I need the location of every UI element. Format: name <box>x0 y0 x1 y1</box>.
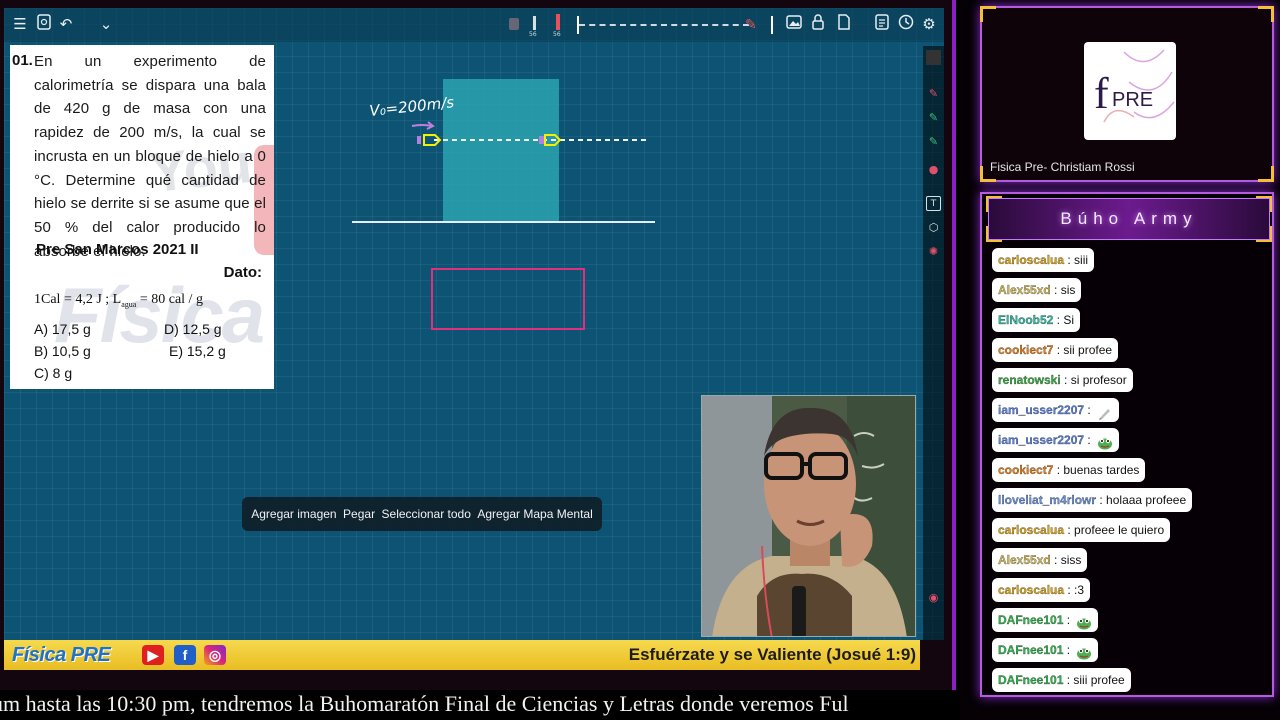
channel-name: Fisica Pre- Christiam Rossi <box>990 160 1135 174</box>
chat-username[interactable]: carloscalua <box>998 583 1064 597</box>
velocity-label: V₀=200m/s <box>369 93 456 120</box>
chat-username[interactable]: carloscalua <box>998 253 1064 267</box>
menu-item-add-mind-map[interactable]: Agregar Mapa Mental <box>474 507 595 521</box>
corner-decoration <box>1258 6 1274 22</box>
chat-username[interactable]: DAFnee101 <box>998 643 1064 657</box>
instagram-icon[interactable]: ◎ <box>204 645 226 665</box>
chat-message: cookiect7 : buenas tardes <box>992 458 1146 482</box>
chat-title-bar: Búho Army <box>986 196 1272 242</box>
chat-username[interactable]: Alex55xd <box>998 553 1051 567</box>
chat-username[interactable]: cookiect7 <box>998 343 1054 357</box>
menu-item-select-all[interactable]: Seleccionar todo <box>379 507 474 521</box>
chat-username[interactable]: lloveliat_m4rlowr <box>998 493 1096 507</box>
ticker-text: um hasta las 10:30 pm, tendremos la Buho… <box>0 691 849 716</box>
chat-message: carloscalua : profeee le quiero <box>992 518 1171 542</box>
frog-emote-icon <box>1076 644 1092 660</box>
chat-message: iam_usser2207 : <box>992 428 1119 452</box>
chat-message: carloscalua : siii <box>992 248 1095 272</box>
chat-username[interactable]: ElNoob52 <box>998 313 1054 327</box>
channel-logo: f PRE <box>1084 42 1176 140</box>
bottom-banner: Física PRE ▶ f ◎ Esfuérzate y se Valient… <box>4 640 920 670</box>
corner-decoration <box>1258 166 1274 182</box>
logo-text: PRE <box>1112 89 1153 111</box>
chat-text: : si profesor <box>1060 373 1127 387</box>
chat-text: : profeee le quiero <box>1064 523 1165 537</box>
banner-motto: Esfuérzate y se Valiente (Josué 1:9) <box>628 645 916 664</box>
whiteboard-canvas[interactable]: ☰ ↶ ⌄ 56 56 ✎ ⚙ ✎ ✎ ✎ ● T ⬡ ✺ ◉ You Físi… <box>4 8 944 640</box>
velocity-arrow <box>411 124 433 127</box>
chat-message: DAFnee101 : <box>992 608 1099 632</box>
chat-username[interactable]: iam_usser2207 <box>998 403 1084 417</box>
chat-panel: Búho Army carloscalua : siii Alex55xd : s… <box>980 192 1274 697</box>
chat-message: Alex55xd : sis <box>992 278 1082 302</box>
chat-text: : <box>1063 613 1071 627</box>
chat-message: carloscalua : :3 <box>992 578 1091 602</box>
chat-username[interactable]: Alex55xd <box>998 283 1051 297</box>
chat-text: : <box>1063 643 1071 657</box>
frog-emote-icon <box>1076 614 1092 630</box>
chat-username[interactable]: cookiect7 <box>998 463 1054 477</box>
chat-message: lloveliat_m4rlowr : holaaa profeee <box>992 488 1193 512</box>
pencil-emote-icon <box>1097 404 1113 420</box>
whiteboard-frame: ☰ ↶ ⌄ 56 56 ✎ ⚙ ✎ ✎ ✎ ● T ⬡ ✺ ◉ You Físi… <box>0 0 956 690</box>
corner-decoration <box>980 6 996 22</box>
chat-text: : :3 <box>1064 583 1085 597</box>
chat-text: : holaaa profeee <box>1096 493 1187 507</box>
right-sidebar: f PRE Fisica Pre- Christiam Rossi Búho A… <box>960 0 1280 720</box>
logo-letter: f <box>1094 69 1109 118</box>
frog-emote-icon <box>1097 434 1113 450</box>
chat-text: : <box>1084 403 1091 417</box>
chat-message: DAFnee101 : <box>992 638 1099 662</box>
context-menu: Agregar imagen Pegar Seleccionar todo Ag… <box>242 497 602 531</box>
chat-text: : <box>1084 433 1091 447</box>
chat-message: ElNoob52 : Si <box>992 308 1081 332</box>
youtube-icon[interactable]: ▶ <box>142 645 164 665</box>
chat-message: iam_usser2207 : <box>992 398 1119 422</box>
chat-text: : sis <box>1050 283 1076 297</box>
chat-username[interactable]: iam_usser2207 <box>998 433 1084 447</box>
chat-username[interactable]: carloscalua <box>998 523 1064 537</box>
chat-username[interactable]: DAFnee101 <box>998 673 1064 687</box>
chat-text: : sii profee <box>1053 343 1113 357</box>
chat-text: : siii <box>1064 253 1089 267</box>
ice-block <box>443 79 559 222</box>
chat-title: Búho Army <box>1060 209 1198 228</box>
chat-text: : siss <box>1050 553 1082 567</box>
facebook-icon[interactable]: f <box>174 645 196 665</box>
chat-text: : Si <box>1053 313 1075 327</box>
chat-username[interactable]: DAFnee101 <box>998 613 1064 627</box>
banner-logo: Física PRE <box>12 644 111 666</box>
chat-message: DAFnee101 : siii profee <box>992 668 1131 692</box>
answer-box <box>431 268 585 330</box>
chat-username[interactable]: renatowski <box>998 373 1061 387</box>
news-ticker: um hasta las 10:30 pm, tendremos la Buho… <box>0 690 956 720</box>
menu-item-add-image[interactable]: Agregar imagen <box>248 507 339 521</box>
chat-message: Alex55xd : siss <box>992 548 1088 572</box>
chat-message: renatowski : si profesor <box>992 368 1133 392</box>
webcam-feed <box>701 395 916 637</box>
chat-text: : buenas tardes <box>1053 463 1140 477</box>
channel-panel: f PRE Fisica Pre- Christiam Rossi <box>980 6 1274 182</box>
chat-message: cookiect7 : sii profee <box>992 338 1119 362</box>
menu-item-paste[interactable]: Pegar <box>340 507 378 521</box>
chat-text: : siii profee <box>1063 673 1125 687</box>
